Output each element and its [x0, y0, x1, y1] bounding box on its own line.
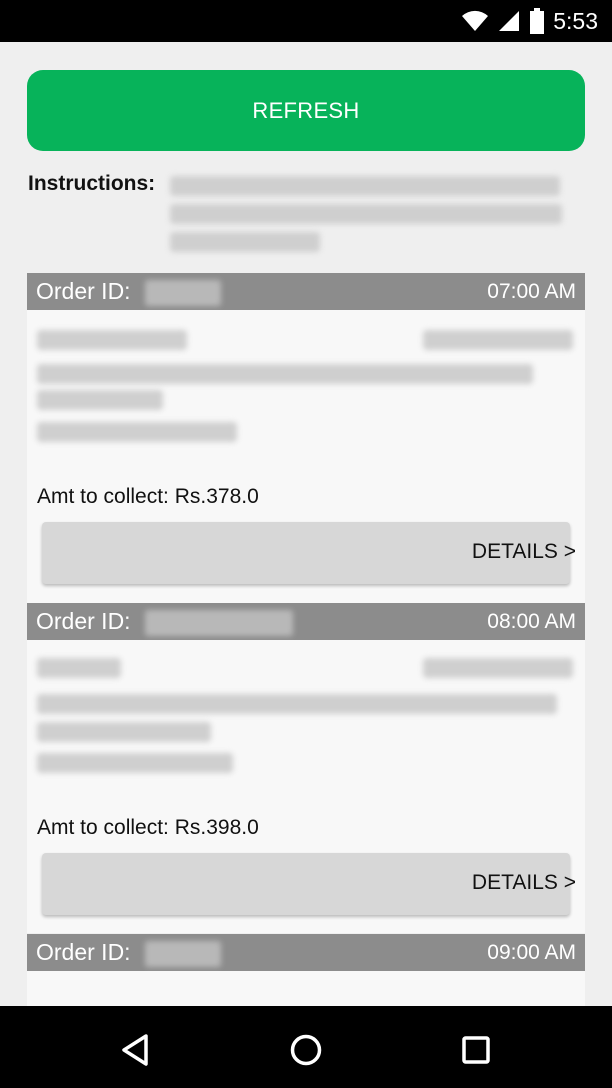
status-bar: 5:53 [0, 0, 612, 42]
customer-name-redacted [37, 330, 187, 350]
battery-icon [530, 8, 545, 34]
order-header: Order ID: 08:00 AM [27, 603, 585, 640]
signal-icon [499, 11, 520, 31]
address-redacted [37, 364, 533, 384]
customer-phone-redacted [423, 330, 573, 350]
instructions-text-redacted [170, 232, 320, 252]
instructions-label: Instructions: [28, 172, 156, 195]
order-time: 08:00 AM [487, 610, 576, 633]
details-button[interactable]: DETAILS > [42, 522, 576, 584]
home-icon[interactable] [286, 1030, 326, 1070]
order-card: Amt to collect: Rs.378.0 DETAILS > [27, 310, 585, 603]
address-redacted [37, 390, 163, 410]
order-time: 09:00 AM [487, 941, 576, 964]
order-id-redacted [145, 280, 221, 306]
order-card [27, 971, 585, 1006]
order-id-label: Order ID: [36, 608, 131, 634]
order-header: Order ID: 09:00 AM [27, 934, 585, 971]
refresh-button[interactable]: REFRESH [27, 70, 585, 151]
customer-phone-redacted [423, 658, 573, 678]
order-header: Order ID: 07:00 AM [27, 273, 585, 310]
order-time: 07:00 AM [487, 280, 576, 303]
address-redacted [37, 753, 233, 773]
order-id-label: Order ID: [36, 278, 131, 304]
address-redacted [37, 722, 211, 742]
recents-icon[interactable] [456, 1030, 496, 1070]
address-redacted [37, 694, 557, 714]
amount-to-collect: Amt to collect: Rs.378.0 [37, 485, 259, 508]
instructions: Instructions: [28, 172, 584, 262]
order-id-redacted [145, 610, 293, 636]
amount-to-collect: Amt to collect: Rs.398.0 [37, 816, 259, 839]
status-icons: 5:53 [461, 7, 598, 35]
refresh-button-label: REFRESH [252, 97, 360, 123]
navigation-bar [0, 1006, 612, 1088]
back-icon[interactable] [116, 1030, 156, 1070]
details-button-label: DETAILS > [471, 871, 576, 894]
instructions-text-redacted [170, 204, 562, 224]
details-button-label: DETAILS > [471, 540, 576, 563]
order-id-label: Order ID: [36, 939, 131, 965]
order-id-redacted [145, 941, 221, 967]
details-button[interactable]: DETAILS > [42, 853, 576, 915]
customer-name-redacted [37, 658, 121, 678]
order-card: Amt to collect: Rs.398.0 DETAILS > [27, 640, 585, 933]
instructions-text-redacted [170, 176, 560, 196]
status-time: 5:53 [553, 8, 598, 34]
address-redacted [37, 422, 237, 442]
wifi-icon [462, 10, 489, 31]
